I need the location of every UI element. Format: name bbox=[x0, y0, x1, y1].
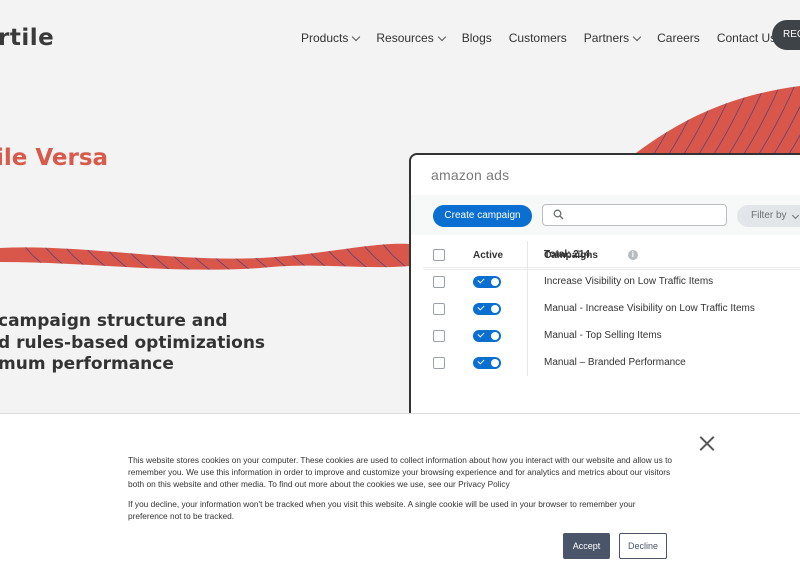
active-toggle[interactable] bbox=[473, 356, 501, 369]
accept-button[interactable]: Accept bbox=[563, 533, 610, 559]
check-icon bbox=[477, 275, 485, 284]
active-toggle[interactable] bbox=[473, 329, 501, 342]
hero-description: campaign structure and d rules-based opt… bbox=[0, 311, 265, 376]
check-icon bbox=[477, 302, 485, 311]
amazon-ads-logo: amazon ads bbox=[431, 167, 510, 183]
site-header: rtile Products Resources Blogs Customers… bbox=[0, 0, 800, 80]
nav-label: Blogs bbox=[461, 31, 492, 45]
filter-by-button[interactable]: Filter by bbox=[737, 205, 800, 227]
cookie-text: This website stores cookies on your comp… bbox=[128, 455, 673, 489]
main-nav: Products Resources Blogs Customers Partn… bbox=[301, 31, 793, 45]
product-screenshot: amazon ads Create campaign Filter by Act… bbox=[409, 153, 800, 433]
table-header: Active Campaigns i bbox=[423, 241, 800, 270]
column-header-campaigns: Campaigns bbox=[544, 249, 598, 261]
hero-title: ile Versa bbox=[0, 145, 109, 171]
active-toggle[interactable] bbox=[473, 302, 501, 315]
column-header-active: Active bbox=[473, 241, 528, 269]
active-toggle[interactable] bbox=[473, 275, 501, 288]
check-icon bbox=[477, 356, 485, 365]
nav-label: Partners bbox=[583, 31, 630, 45]
row-checkbox[interactable] bbox=[433, 356, 445, 369]
chevron-down-icon bbox=[791, 211, 799, 220]
row-checkbox[interactable] bbox=[433, 302, 445, 315]
nav-label: Customers bbox=[508, 31, 567, 45]
select-all-checkbox[interactable] bbox=[433, 249, 445, 261]
filter-label: Filter by bbox=[751, 210, 787, 221]
cookie-text-secondary: If you decline, your information won't b… bbox=[128, 499, 636, 521]
hero-line: d rules-based optimizations bbox=[0, 332, 266, 353]
check-icon bbox=[477, 329, 485, 338]
table-row: Manual – Branded Performance bbox=[423, 349, 800, 376]
cookie-banner: This website stores cookies on your comp… bbox=[0, 413, 800, 577]
hero-line: mum performance bbox=[0, 354, 174, 374]
close-icon[interactable] bbox=[699, 436, 714, 451]
campaign-name[interactable]: Manual - Increase Visibility on Low Traf… bbox=[528, 303, 800, 314]
site-logo[interactable]: rtile bbox=[0, 25, 54, 51]
table-row: Manual - Increase Visibility on Low Traf… bbox=[423, 295, 800, 322]
mock-toolbar: Create campaign Filter by bbox=[411, 195, 800, 235]
campaign-name[interactable]: Manual – Branded Performance bbox=[528, 357, 800, 368]
table-row: Manual - Top Selling Items bbox=[423, 322, 800, 349]
chevron-down-icon bbox=[352, 32, 361, 41]
hero-line: campaign structure and bbox=[0, 311, 228, 331]
nav-blogs[interactable]: Blogs bbox=[462, 31, 492, 45]
search-input[interactable] bbox=[542, 204, 727, 226]
nav-customers[interactable]: Customers bbox=[509, 31, 567, 45]
decline-button[interactable]: Decline bbox=[619, 533, 667, 559]
nav-contact[interactable]: Contact Us bbox=[717, 31, 776, 45]
chevron-down-icon bbox=[632, 32, 642, 41]
nav-label: Contact Us bbox=[716, 31, 777, 45]
info-icon[interactable]: i bbox=[627, 250, 638, 260]
nav-careers[interactable]: Careers bbox=[657, 31, 700, 45]
campaign-name[interactable]: Manual - Top Selling Items bbox=[528, 330, 800, 341]
nav-label: Resources bbox=[376, 31, 434, 45]
nav-resources[interactable]: Resources bbox=[376, 31, 446, 45]
create-campaign-button[interactable]: Create campaign bbox=[433, 205, 532, 227]
nav-label: Careers bbox=[657, 31, 700, 45]
cta-button[interactable]: REC bbox=[772, 20, 800, 50]
mock-topbar: amazon ads bbox=[411, 155, 800, 195]
nav-products[interactable]: Products bbox=[301, 31, 361, 45]
row-checkbox[interactable] bbox=[433, 275, 445, 288]
campaigns-table: Active Campaigns i Total: 214 Increase Vi… bbox=[423, 241, 800, 376]
nav-label: Products bbox=[301, 31, 349, 45]
nav-partners[interactable]: Partners bbox=[583, 31, 642, 45]
table-row: Increase Visibility on Low Traffic Items bbox=[423, 268, 800, 295]
row-checkbox[interactable] bbox=[433, 329, 445, 342]
search-icon bbox=[553, 209, 564, 220]
chevron-down-icon bbox=[437, 32, 446, 41]
campaign-name[interactable]: Increase Visibility on Low Traffic Items bbox=[528, 276, 800, 287]
